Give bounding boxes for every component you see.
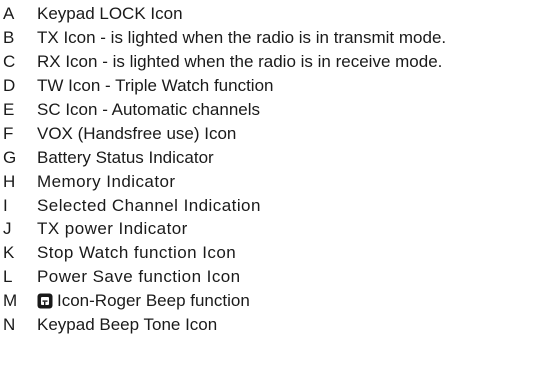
- legend-item-h: H Memory Indicator: [0, 169, 558, 193]
- legend-description-text: Icon-Roger Beep function: [57, 291, 250, 311]
- legend-item-b: B TX Icon - is lighted when the radio is…: [0, 26, 558, 50]
- icon-legend-list: A Keypad LOCK Icon B TX Icon - is lighte…: [0, 2, 558, 336]
- legend-letter: I: [3, 195, 8, 215]
- legend-description: TW Icon - Triple Watch function: [37, 76, 274, 96]
- legend-description: TX power Indicator: [37, 219, 188, 239]
- legend-item-l: L Power Save function Icon: [0, 265, 558, 289]
- legend-description: Keypad LOCK Icon: [37, 4, 183, 24]
- roger-beep-icon: [37, 293, 53, 309]
- legend-item-c: C RX Icon - is lighted when the radio is…: [0, 50, 558, 74]
- legend-description: Stop Watch function Icon: [37, 243, 237, 263]
- legend-description: TX Icon - is lighted when the radio is i…: [37, 28, 447, 48]
- legend-letter: J: [3, 219, 12, 239]
- legend-description: VOX (Handsfree use) Icon: [37, 123, 237, 143]
- legend-description: Power Save function Icon: [37, 267, 241, 287]
- legend-letter: E: [3, 100, 15, 119]
- legend-letter: G: [3, 147, 17, 167]
- legend-letter: L: [3, 267, 13, 287]
- legend-item-j: J TX power Indicator: [0, 217, 558, 241]
- legend-letter: B: [3, 28, 15, 48]
- legend-letter: M: [3, 291, 18, 311]
- legend-item-e: E SC Icon - Automatic channels: [0, 98, 558, 122]
- legend-letter: D: [3, 76, 16, 96]
- legend-item-d: D TW Icon - Triple Watch function: [0, 74, 558, 98]
- legend-description: Selected Channel Indication: [37, 195, 261, 215]
- legend-description: SC Icon - Automatic channels: [37, 100, 261, 119]
- legend-item-g: G Battery Status Indicator: [0, 145, 558, 169]
- legend-item-i: I Selected Channel Indication: [0, 193, 558, 217]
- legend-letter: A: [3, 4, 15, 24]
- legend-item-k: K Stop Watch function Icon: [0, 241, 558, 265]
- legend-description: Keypad Beep Tone Icon: [37, 315, 218, 335]
- legend-letter: H: [3, 171, 16, 191]
- legend-description: Battery Status Indicator: [37, 147, 214, 167]
- legend-letter: F: [3, 123, 14, 143]
- legend-item-f: F VOX (Handsfree use) Icon: [0, 121, 558, 145]
- legend-item-n: N Keypad Beep Tone Icon: [0, 313, 558, 337]
- legend-letter: N: [3, 315, 16, 335]
- legend-description: RX Icon - is lighted when the radio is i…: [37, 52, 443, 72]
- legend-item-a: A Keypad LOCK Icon: [0, 2, 558, 26]
- legend-letter: C: [3, 52, 16, 72]
- legend-letter: K: [3, 243, 15, 263]
- legend-description: Icon-Roger Beep function: [37, 292, 250, 309]
- legend-description: Memory Indicator: [37, 171, 176, 191]
- legend-item-m: M Icon-Roger Beep function: [0, 289, 558, 313]
